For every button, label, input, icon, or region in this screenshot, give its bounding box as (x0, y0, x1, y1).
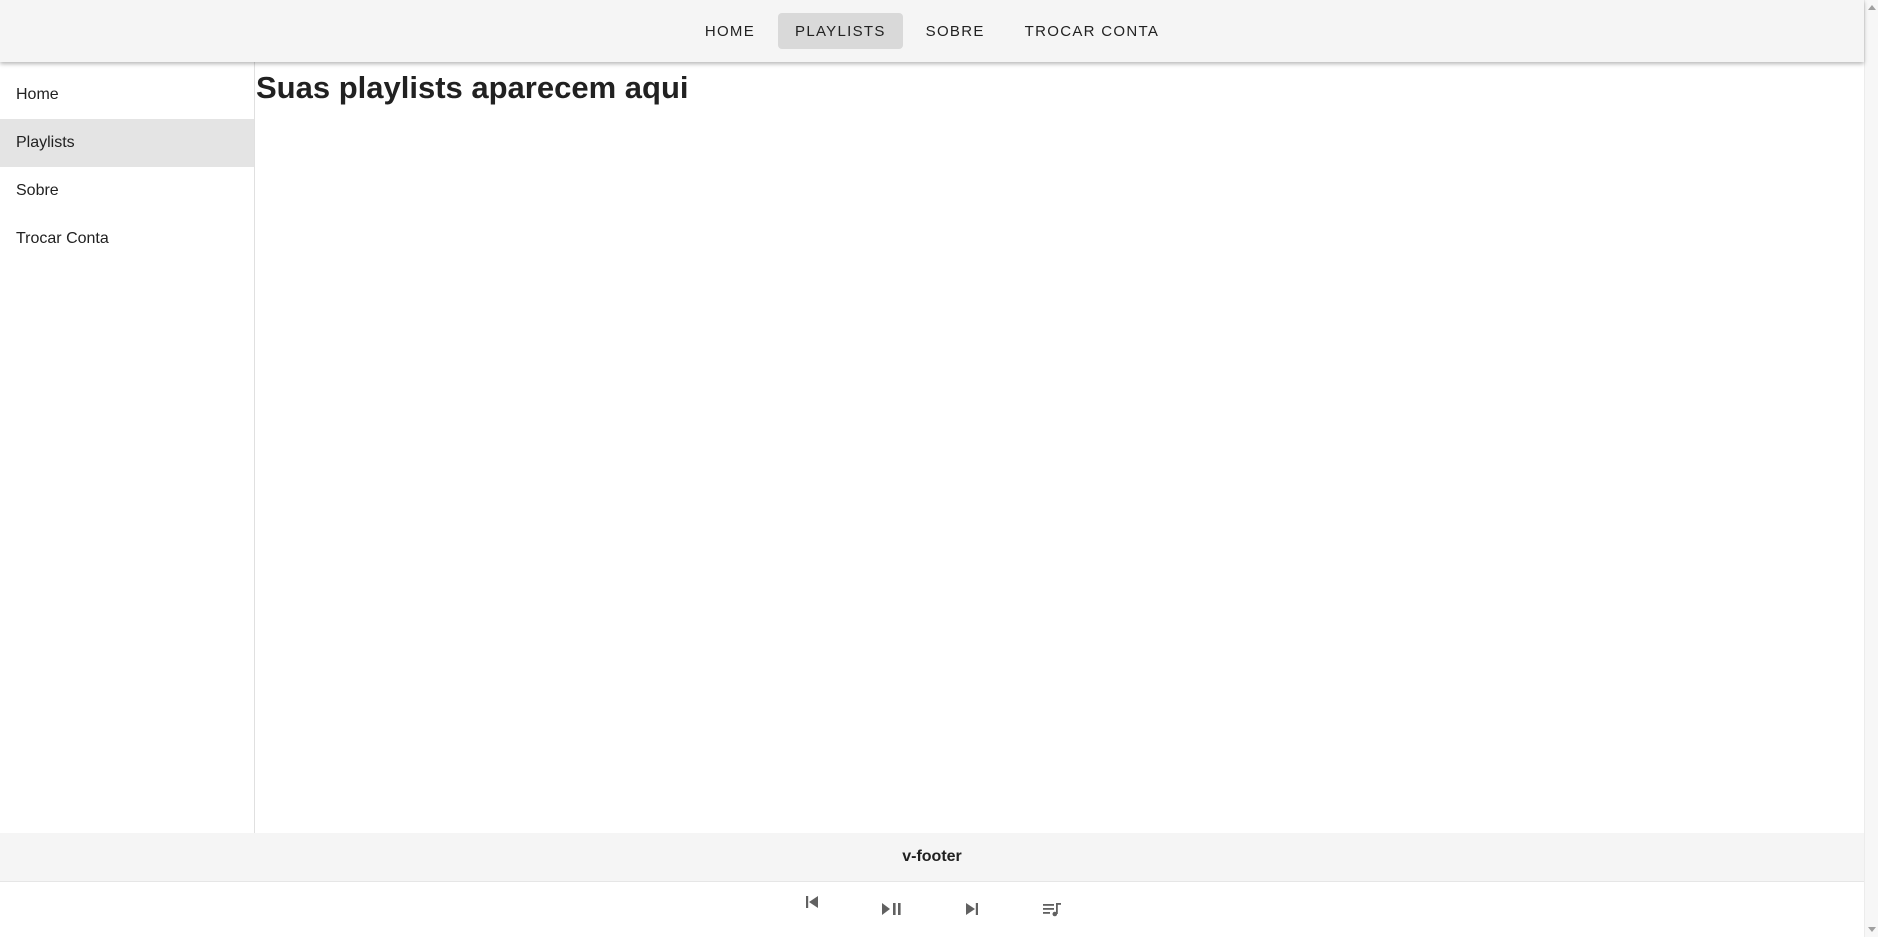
skip-next-icon (966, 903, 978, 915)
queue-music-icon (1043, 903, 1061, 917)
app-window: HOME PLAYLISTS SOBRE TROCAR CONTA Home P… (0, 0, 1878, 937)
main-content: Suas playlists aparecem aqui (256, 62, 1864, 833)
footer-text: v-footer (902, 848, 962, 865)
play-pause-button[interactable] (876, 893, 908, 925)
skip-next-button[interactable] (956, 893, 988, 925)
sidebar-item-label: Trocar Conta (16, 230, 109, 247)
nav-tab-trocar-conta[interactable]: TROCAR CONTA (1008, 13, 1177, 49)
nav-tab-sobre[interactable]: SOBRE (909, 13, 1002, 49)
skip-previous-button[interactable] (796, 886, 828, 918)
sidebar-item-label: Sobre (16, 182, 59, 199)
vertical-scrollbar[interactable] (1864, 0, 1878, 937)
scroll-down-arrow-icon[interactable] (1867, 925, 1877, 935)
sidebar-item-home[interactable]: Home (0, 71, 254, 119)
navigation-drawer: Home Playlists Sobre Trocar Conta (0, 62, 255, 833)
sidebar-item-label: Playlists (16, 134, 75, 151)
scroll-up-arrow-icon[interactable] (1867, 2, 1877, 12)
sidebar-item-label: Home (16, 86, 59, 103)
top-app-bar: HOME PLAYLISTS SOBRE TROCAR CONTA (0, 0, 1864, 62)
play-pause-icon (882, 903, 901, 915)
player-controls-bar (0, 881, 1864, 937)
page-title: Suas playlists aparecem aqui (256, 70, 689, 105)
footer: v-footer (0, 833, 1864, 881)
nav-tab-playlists[interactable]: PLAYLISTS (778, 13, 903, 49)
sidebar-item-sobre[interactable]: Sobre (0, 167, 254, 215)
sidebar-item-playlists[interactable]: Playlists (0, 119, 254, 167)
skip-previous-icon (806, 896, 818, 908)
sidebar-item-trocar-conta[interactable]: Trocar Conta (0, 215, 254, 263)
nav-tab-home[interactable]: HOME (688, 13, 772, 49)
queue-music-button[interactable] (1036, 893, 1068, 925)
